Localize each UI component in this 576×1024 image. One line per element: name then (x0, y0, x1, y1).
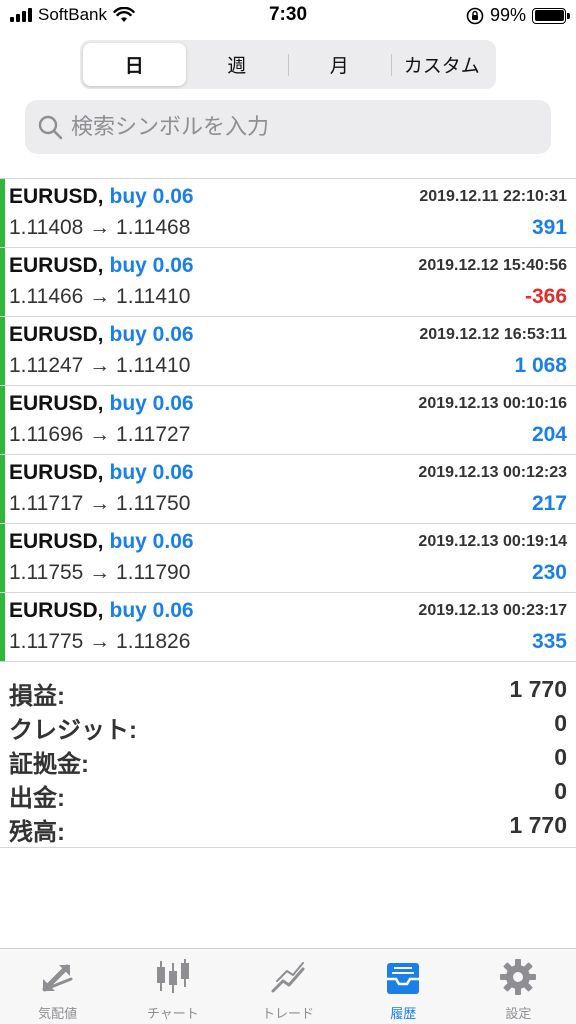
deal-time: 2019.12.13 00:12:23 (418, 464, 567, 481)
deal-status-bar (0, 524, 5, 592)
deal-status-bar (0, 317, 5, 385)
tab-label: 気配値 (38, 1006, 78, 1021)
search-bar[interactable] (25, 100, 551, 154)
summary-label: 損益: (9, 683, 65, 710)
deal-status-bar (0, 386, 5, 454)
deal-profit: 217 (531, 492, 567, 515)
deal-prices: 1.11247 → 1.11410 (9, 354, 191, 377)
chart-icon (156, 959, 189, 993)
rotation-lock-icon (466, 7, 484, 24)
history-icon (387, 963, 420, 994)
account-summary: 損益: 1 770 クレジット: 0 証拠金: 0 出金: 0 残高: 1 77… (0, 672, 576, 848)
deal-time: 2019.12.12 15:40:56 (418, 257, 567, 274)
tab-trade[interactable]: トレード (230, 949, 345, 1024)
tab-settings[interactable]: 設定 (461, 949, 576, 1024)
deal-row[interactable]: EURUSD, buy 0.06 2019.12.12 15:40:56 1.11… (0, 248, 576, 317)
deal-status-bar (0, 455, 5, 523)
search-input[interactable] (71, 114, 511, 140)
summary-value: 0 (554, 710, 567, 736)
deal-symbol: EURUSD, (9, 254, 104, 277)
deal-time: 2019.12.13 00:10:16 (418, 395, 567, 412)
deal-profit: 230 (531, 561, 567, 584)
deal-type: buy 0.06 (109, 185, 194, 208)
deal-type: buy 0.06 (109, 461, 194, 484)
deal-prices: 1.11408 → 1.11468 (9, 216, 191, 239)
summary-value: 1 770 (509, 812, 567, 838)
deal-profit: 1 068 (514, 354, 567, 377)
deal-prices: 1.11755 → 1.11790 (9, 561, 191, 584)
deal-prices: 1.11775 → 1.11826 (9, 630, 191, 653)
battery-percent: 99% (489, 5, 526, 25)
deal-row[interactable]: EURUSD, buy 0.06 2019.12.11 22:10:31 1.11… (0, 179, 576, 248)
period-tab-month[interactable]: 月 (288, 43, 391, 86)
quotes-icon (42, 964, 73, 992)
deal-time: 2019.12.13 00:19:14 (418, 533, 567, 550)
settings-icon (500, 959, 537, 995)
period-tab-custom[interactable]: カスタム (390, 43, 494, 86)
deal-status-bar (0, 593, 5, 661)
status-right: 99% (466, 5, 570, 26)
trade-icon (271, 962, 305, 993)
summary-label: 残高: (9, 819, 65, 846)
tab-label: トレード (262, 1006, 315, 1021)
tab-label: チャート (146, 1006, 199, 1021)
status-bar: SoftBank 7:30 99% (0, 0, 576, 32)
deal-type: buy 0.06 (109, 323, 194, 346)
period-tab-day[interactable]: 日 (83, 43, 186, 86)
summary-label: 証拠金: (9, 751, 89, 778)
deal-time: 2019.12.12 16:53:11 (419, 326, 567, 343)
tab-history[interactable]: 履歴 (346, 949, 461, 1024)
deal-status-bar (0, 179, 5, 247)
deal-prices: 1.11466 → 1.11410 (9, 285, 191, 308)
tab-quotes[interactable]: 気配値 (0, 949, 115, 1024)
deal-profit: -366 (524, 285, 567, 308)
deal-symbol: EURUSD, (9, 599, 104, 622)
deal-time: 2019.12.13 00:23:17 (418, 602, 567, 619)
deal-symbol: EURUSD, (9, 323, 104, 346)
deal-status-bar (0, 248, 5, 316)
deal-time: 2019.12.11 22:10:31 (419, 188, 567, 205)
deal-symbol: EURUSD, (9, 461, 104, 484)
deals-list: EURUSD, buy 0.06 2019.12.11 22:10:31 1.11… (0, 178, 576, 662)
tab-label: 設定 (505, 1006, 532, 1021)
summary-balance-row: 残高: 1 770 (0, 812, 576, 846)
deal-type: buy 0.06 (109, 392, 194, 415)
summary-value: 0 (554, 744, 567, 770)
summary-withdrawal-row: 出金: 0 (0, 778, 576, 812)
deal-profit: 204 (531, 423, 567, 446)
summary-profit-row: 損益: 1 770 (0, 676, 576, 710)
summary-label: 出金: (9, 785, 65, 812)
deal-type: buy 0.06 (109, 599, 194, 622)
battery-icon (532, 7, 570, 24)
deal-type: buy 0.06 (109, 254, 194, 277)
summary-margin-row: 証拠金: 0 (0, 744, 576, 778)
deal-type: buy 0.06 (109, 530, 194, 553)
deal-row[interactable]: EURUSD, buy 0.06 2019.12.12 16:53:11 1.11… (0, 317, 576, 386)
summary-value: 0 (554, 778, 567, 804)
deal-row[interactable]: EURUSD, buy 0.06 2019.12.13 00:23:17 1.11… (0, 593, 576, 662)
deal-prices: 1.11696 → 1.11727 (9, 423, 191, 446)
deal-prices: 1.11717 → 1.11750 (9, 492, 191, 515)
deal-profit: 391 (531, 216, 567, 239)
deal-row[interactable]: EURUSD, buy 0.06 2019.12.13 00:12:23 1.11… (0, 455, 576, 524)
summary-credit-row: クレジット: 0 (0, 710, 576, 744)
summary-value: 1 770 (509, 676, 567, 702)
search-icon (38, 115, 63, 140)
tab-label: 履歴 (390, 1006, 417, 1021)
deal-row[interactable]: EURUSD, buy 0.06 2019.12.13 00:10:16 1.11… (0, 386, 576, 455)
tab-chart[interactable]: チャート (115, 949, 230, 1024)
deal-symbol: EURUSD, (9, 392, 104, 415)
deal-symbol: EURUSD, (9, 185, 104, 208)
period-segmented-control: 日 週 月 カスタム (80, 40, 496, 89)
bottom-tab-bar: 気配値 チャート トレード 履歴 設定 (0, 948, 576, 1024)
deal-symbol: EURUSD, (9, 530, 104, 553)
period-tab-week[interactable]: 週 (186, 43, 289, 86)
summary-label: クレジット: (9, 717, 137, 744)
deal-profit: 335 (531, 630, 567, 653)
deal-row[interactable]: EURUSD, buy 0.06 2019.12.13 00:19:14 1.11… (0, 524, 576, 593)
